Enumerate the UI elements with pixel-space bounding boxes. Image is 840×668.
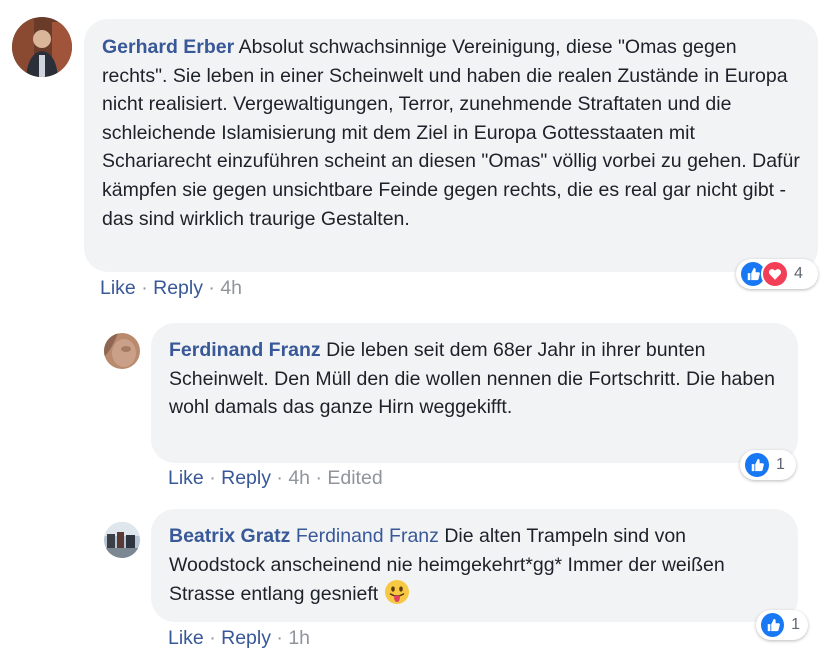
mention-link[interactable]: Ferdinand Franz	[296, 525, 439, 547]
reaction-summary[interactable]: 1	[740, 450, 796, 480]
comment-bubble: Beatrix Gratz Ferdinand Franz Die alten …	[151, 509, 798, 622]
reaction-summary[interactable]: 4	[736, 259, 818, 289]
comment-bubble: Ferdinand Franz Die leben seit dem 68er …	[151, 323, 798, 463]
reaction-count: 4	[794, 265, 803, 282]
comment-author-link[interactable]: Gerhard Erber	[102, 36, 234, 58]
avatar-gerhard-erber[interactable]	[12, 17, 72, 77]
reaction-count: 1	[776, 456, 785, 473]
reply-button[interactable]: Reply	[221, 467, 271, 489]
comment-author-link[interactable]: Beatrix Gratz	[169, 525, 290, 547]
like-button[interactable]: Like	[168, 627, 204, 649]
avatar-ferdinand-franz[interactable]	[104, 333, 140, 369]
comment-actions: Like · Reply · 1h	[168, 627, 310, 650]
edited-label[interactable]: Edited	[327, 467, 382, 489]
profile-photo-icon	[104, 333, 140, 369]
tongue-out-emoji-icon	[384, 579, 410, 605]
like-button[interactable]: Like	[168, 467, 204, 489]
comment-actions: Like · Reply · 4h	[100, 277, 242, 300]
separator-dot: ·	[276, 467, 289, 489]
separator-dot: ·	[209, 467, 222, 489]
profile-photo-icon	[12, 17, 72, 77]
separator-dot: ·	[276, 627, 289, 649]
comment-author-link[interactable]: Ferdinand Franz	[169, 339, 321, 361]
reaction-summary[interactable]: 1	[756, 610, 808, 640]
reaction-count: 1	[791, 616, 800, 633]
profile-photo-icon	[104, 522, 140, 558]
comment-actions: Like · Reply · 4h · Edited	[168, 467, 383, 490]
like-button[interactable]: Like	[100, 277, 136, 299]
comment-bubble: Gerhard Erber Absolut schwachsinnige Ver…	[84, 19, 818, 272]
comment-timestamp[interactable]: 1h	[288, 627, 310, 649]
reply-button[interactable]: Reply	[153, 277, 203, 299]
comment-timestamp[interactable]: 4h	[220, 277, 242, 299]
like-icon	[759, 611, 787, 639]
reply-button[interactable]: Reply	[221, 627, 271, 649]
separator-dot: ·	[315, 467, 328, 489]
like-icon	[743, 451, 771, 479]
comment-text: Absolut schwachsinnige Vereinigung, dies…	[102, 36, 800, 230]
comment-timestamp[interactable]: 4h	[288, 467, 310, 489]
avatar-beatrix-gratz[interactable]	[104, 522, 140, 558]
separator-dot: ·	[141, 277, 154, 299]
love-icon	[761, 260, 789, 288]
separator-dot: ·	[209, 627, 222, 649]
separator-dot: ·	[208, 277, 221, 299]
